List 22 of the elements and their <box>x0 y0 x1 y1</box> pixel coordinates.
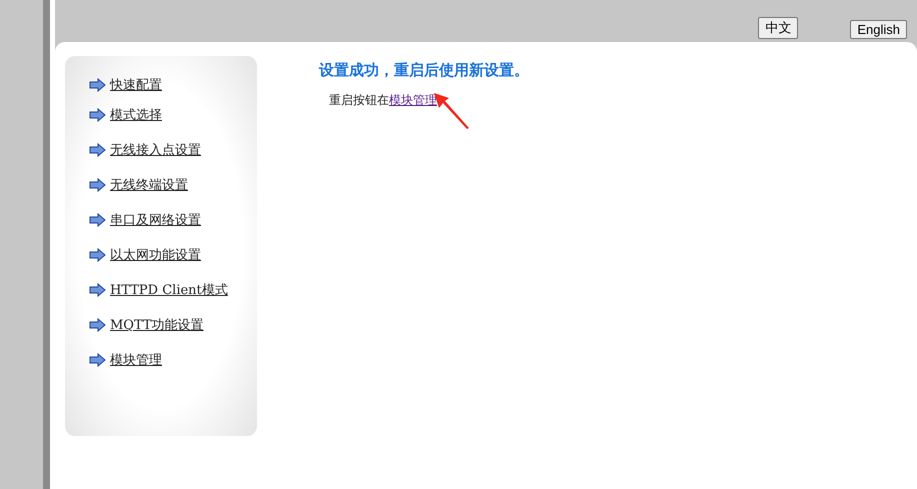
arrow-icon <box>89 318 106 332</box>
arrow-icon <box>89 143 106 157</box>
arrow-icon <box>89 283 106 297</box>
arrow-icon <box>89 108 106 122</box>
success-title: 设置成功，重启后使用新设置。 <box>319 61 529 80</box>
arrow-icon <box>89 353 106 367</box>
language-button[interactable]: English <box>850 20 907 39</box>
arrow-icon <box>89 178 106 192</box>
language-button[interactable]: 中文 <box>758 17 798 39</box>
menu-link[interactable]: 无线接入点设置 <box>110 141 201 159</box>
menu-link[interactable]: 快速配置 <box>110 76 162 94</box>
menu-link[interactable]: 模式选择 <box>110 106 162 124</box>
restart-note: 重启按钮在 <box>329 93 389 107</box>
menu-link[interactable]: 无线终端设置 <box>110 176 188 194</box>
menu-link[interactable]: 模块管理 <box>110 351 162 369</box>
menu-link[interactable]: 串口及网络设置 <box>110 211 201 229</box>
arrow-icon <box>89 213 106 227</box>
arrow-icon <box>89 248 106 262</box>
menu-link[interactable]: MQTT功能设置 <box>110 316 204 334</box>
menu-link[interactable]: 以太网功能设置 <box>110 246 201 264</box>
menu-link[interactable]: HTTPD Client模式 <box>110 281 228 299</box>
arrow-icon <box>89 78 106 92</box>
